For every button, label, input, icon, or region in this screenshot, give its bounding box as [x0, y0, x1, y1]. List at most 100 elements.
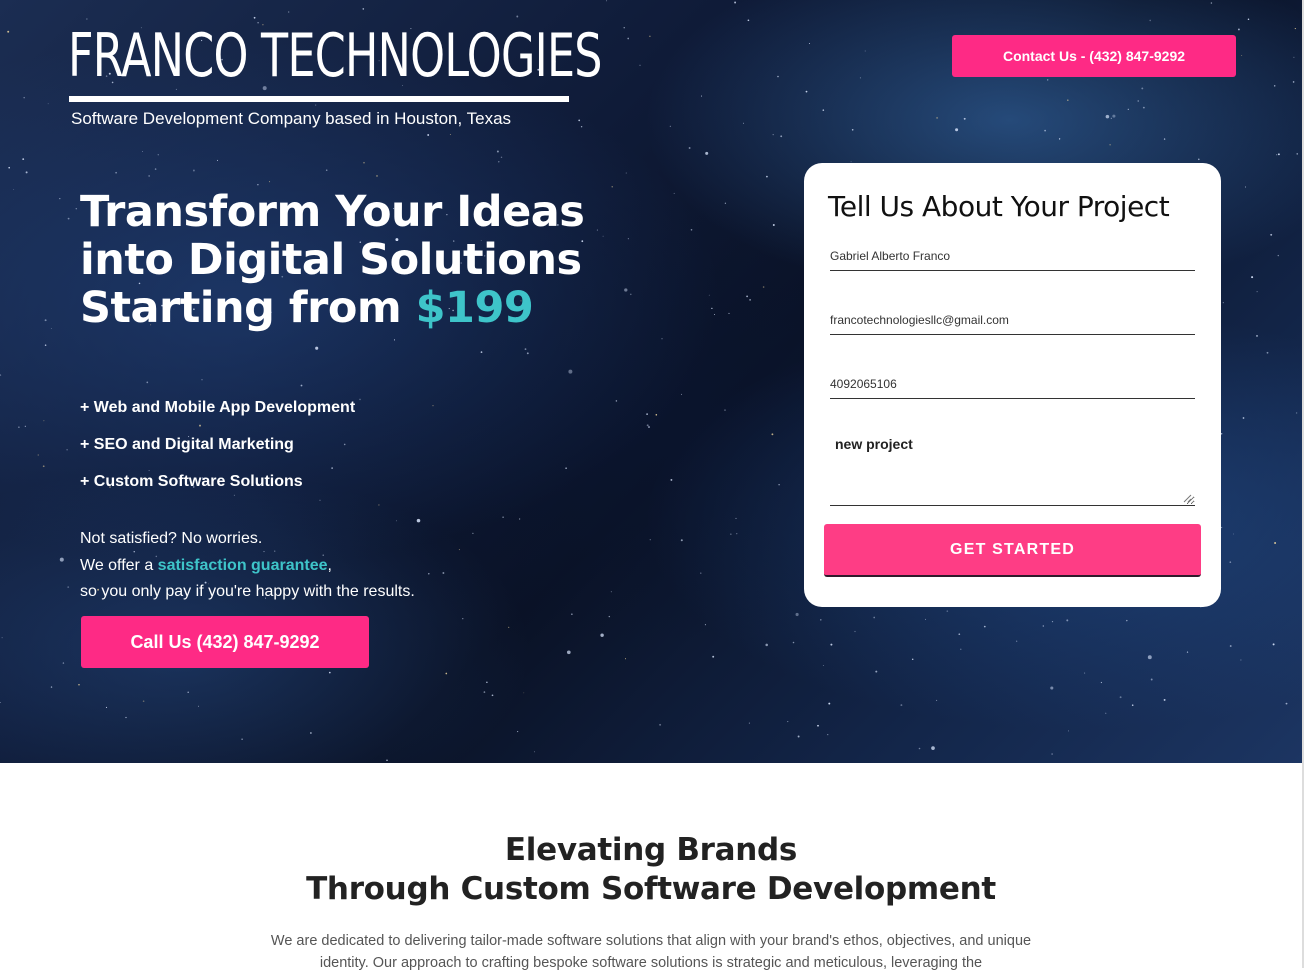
star: [517, 731, 519, 733]
star: [1051, 753, 1053, 755]
hero-heading-line-2: into Digital Solutions: [80, 235, 582, 285]
star: [639, 64, 641, 66]
services-list: + Web and Mobile App Development + SEO a…: [80, 397, 355, 508]
email-input[interactable]: [830, 305, 1195, 335]
star: [43, 420, 45, 422]
hero-price: $199: [415, 283, 534, 333]
star: [1285, 702, 1288, 705]
about-paragraph: We are dedicated to delivering tailor-ma…: [270, 933, 1032, 971]
star: [257, 184, 259, 186]
star: [708, 294, 710, 296]
star: [828, 702, 831, 705]
star: [830, 643, 833, 646]
star: [746, 295, 749, 298]
star: [649, 35, 651, 37]
star: [8, 166, 10, 169]
star: [523, 692, 525, 694]
star: [142, 150, 144, 152]
hero-heading-prefix: Starting from: [80, 283, 416, 333]
star: [1050, 686, 1054, 690]
star: [688, 147, 691, 149]
star: [1274, 542, 1277, 544]
star: [253, 16, 256, 19]
star: [427, 134, 430, 136]
resize-handle-icon[interactable]: [1182, 493, 1192, 503]
guarantee-text: Not satisfied? No worries. We offer a sa…: [80, 526, 415, 606]
service-item: + SEO and Digital Marketing: [80, 436, 294, 453]
star: [859, 77, 861, 79]
guarantee-prefix: We offer a: [80, 556, 158, 574]
star: [1084, 672, 1086, 674]
star: [566, 650, 571, 655]
star: [615, 400, 618, 402]
star: [187, 691, 189, 693]
star: [571, 613, 573, 615]
star: [743, 122, 744, 124]
phone-input[interactable]: [830, 369, 1195, 399]
contact-us-button[interactable]: Contact Us - (432) 847-9292: [952, 35, 1236, 77]
star: [315, 104, 317, 106]
star: [480, 351, 483, 353]
star: [704, 624, 706, 626]
star: [533, 751, 535, 753]
star: [125, 716, 127, 719]
star: [625, 172, 627, 174]
star: [1058, 138, 1061, 140]
star: [610, 591, 612, 593]
call-us-button[interactable]: Call Us (432) 847-9292: [81, 616, 369, 668]
star: [67, 217, 70, 220]
star: [669, 125, 671, 127]
star: [59, 557, 64, 562]
star: [787, 721, 789, 723]
brand-logo-text[interactable]: FRANCO TECHNOLOGIES: [68, 22, 602, 90]
service-item: + Web and Mobile App Development: [80, 399, 356, 416]
star: [1067, 99, 1069, 101]
star: [762, 286, 765, 288]
star: [749, 299, 751, 301]
star: [735, 517, 737, 519]
star: [1131, 704, 1134, 706]
star: [1277, 254, 1279, 257]
star: [646, 424, 649, 427]
guarantee-line-2: We offer a satisfaction guarantee,: [80, 553, 415, 580]
star: [526, 352, 529, 355]
star: [47, 103, 49, 105]
message-textarea[interactable]: new project: [830, 428, 1195, 506]
star: [1247, 18, 1250, 20]
star: [1119, 696, 1122, 699]
star: [730, 533, 732, 535]
star: [198, 705, 199, 707]
star: [393, 339, 396, 341]
star: [192, 169, 195, 172]
star: [705, 151, 709, 155]
star: [325, 169, 328, 171]
star: [445, 672, 448, 675]
star: [1105, 712, 1107, 714]
star: [1266, 351, 1269, 354]
star: [458, 549, 460, 551]
star: [1270, 233, 1273, 236]
star: [442, 572, 445, 574]
star: [795, 612, 799, 617]
star: [875, 670, 878, 673]
get-started-button[interactable]: GET STARTED: [824, 524, 1201, 577]
star: [578, 119, 581, 122]
star: [670, 478, 673, 481]
star: [1149, 19, 1151, 22]
star: [502, 516, 504, 518]
star: [24, 425, 26, 427]
star: [820, 619, 822, 621]
star: [148, 175, 150, 177]
star: [911, 658, 914, 661]
star: [78, 684, 80, 686]
star: [1237, 28, 1240, 31]
name-input[interactable]: [830, 241, 1195, 271]
star: [827, 734, 829, 736]
guarantee-suffix: ,: [327, 556, 332, 574]
star: [931, 746, 935, 750]
star: [25, 171, 28, 174]
star: [1272, 643, 1275, 646]
star: [772, 224, 775, 226]
star: [1220, 432, 1223, 435]
star: [851, 129, 854, 131]
